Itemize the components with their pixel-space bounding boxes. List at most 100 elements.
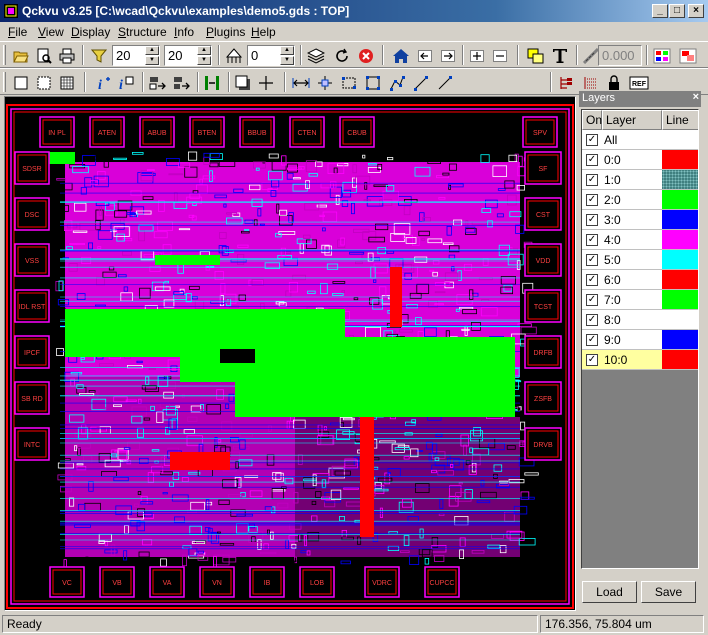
menu-info[interactable]: Info (174, 25, 194, 39)
layer-color-swatch[interactable] (662, 190, 698, 209)
text-tool-icon[interactable] (549, 45, 571, 66)
pan-right-icon[interactable] (437, 45, 459, 66)
layer-visible-checkbox[interactable]: ✓ (586, 214, 598, 226)
layer-row[interactable]: ✓ 0:0 (582, 150, 698, 170)
zoom-out-icon[interactable] (489, 45, 511, 66)
layout-canvas[interactable]: IN PL ATEN ABUB BTEN BBUB CTEN CBUB SPV SDSR SF DS… (4, 96, 576, 611)
spin-up-icon[interactable]: ▲ (280, 46, 294, 55)
layer-visible-checkbox[interactable]: ✓ (586, 354, 598, 366)
polyline-icon[interactable] (386, 72, 408, 93)
col-layer[interactable]: Layer (602, 110, 662, 130)
layer-visible-checkbox[interactable]: ✓ (586, 174, 598, 186)
menu-plugins[interactable]: Plugins (206, 25, 245, 39)
path-icon[interactable] (410, 72, 432, 93)
layer-color-swatch[interactable] (662, 290, 698, 309)
refresh-icon[interactable] (331, 45, 353, 66)
measure-horizontal-icon[interactable] (290, 72, 312, 93)
layer-color-swatch[interactable] (662, 210, 698, 229)
step-out-icon[interactable] (171, 72, 193, 93)
home-icon[interactable] (390, 45, 412, 66)
outline-mode-icon[interactable] (10, 72, 32, 93)
crosshair-icon[interactable] (255, 72, 277, 93)
layer-row[interactable]: ✓ 5:0 (582, 250, 698, 270)
spin-down-icon[interactable]: ▼ (145, 56, 159, 65)
menu-display[interactable]: Display (71, 25, 110, 39)
layer-row[interactable]: ✓ All (582, 130, 698, 150)
layer-color-swatch[interactable] (662, 350, 698, 369)
maximize-button[interactable]: □ (669, 4, 685, 18)
fill-select-icon[interactable] (525, 45, 547, 66)
select-rect-icon[interactable] (338, 72, 360, 93)
layer-row[interactable]: ✓ 9:0 (582, 330, 698, 350)
spin-up-icon[interactable]: ▲ (145, 46, 159, 55)
layer-visible-checkbox[interactable]: ✓ (586, 334, 598, 346)
tree-view-icon[interactable] (555, 72, 577, 93)
layout-icon[interactable] (677, 45, 699, 66)
layer-row[interactable]: ✓ 10:0 (582, 350, 698, 370)
layer-row[interactable]: ✓ 1:0 (582, 170, 698, 190)
menu-structure[interactable]: Structure (118, 25, 167, 39)
max-size-spinner[interactable]: 20 ▲ ▼ (164, 45, 212, 66)
layer-visible-checkbox[interactable]: ✓ (586, 294, 598, 306)
hierarchy-icon[interactable] (223, 45, 245, 66)
layer-visible-checkbox[interactable]: ✓ (586, 254, 598, 266)
filter-icon[interactable] (88, 45, 110, 66)
select-area-icon[interactable] (362, 72, 384, 93)
cell-list-icon[interactable] (579, 72, 601, 93)
layer-row[interactable]: ✓ 3:0 (582, 210, 698, 230)
info-add-icon[interactable]: i (92, 72, 114, 93)
col-line[interactable]: Line (662, 110, 698, 130)
spin-up-icon[interactable]: ▲ (197, 46, 211, 55)
spin-down-icon[interactable]: ▼ (197, 56, 211, 65)
step-in-icon[interactable] (147, 72, 169, 93)
line-end-icon[interactable] (434, 72, 456, 93)
layer-row[interactable]: ✓ 6:0 (582, 270, 698, 290)
lock-icon[interactable] (603, 72, 625, 93)
layer-row[interactable]: ✓ 2:0 (582, 190, 698, 210)
pan-left-icon[interactable] (414, 45, 436, 66)
layer-color-swatch[interactable] (662, 250, 698, 269)
print-preview-icon[interactable] (33, 45, 55, 66)
col-on[interactable]: On (582, 110, 602, 130)
layer-row[interactable]: ✓ 8:0 (582, 310, 698, 330)
open-folder-icon[interactable] (10, 45, 32, 66)
minimize-button[interactable]: _ (652, 4, 668, 18)
fit-height-icon[interactable] (201, 72, 223, 93)
toolbar-grip[interactable] (3, 72, 6, 92)
layers-stack-icon[interactable] (305, 45, 327, 66)
grid-fill-icon[interactable] (56, 72, 78, 93)
layer-color-swatch[interactable] (662, 150, 698, 169)
layer-row[interactable]: ✓ 4:0 (582, 230, 698, 250)
close-button[interactable]: × (688, 4, 704, 18)
layer-color-swatch[interactable] (662, 170, 698, 189)
print-icon[interactable] (56, 45, 78, 66)
depth-spinner[interactable]: 0 ▲ ▼ (247, 45, 295, 66)
shadow-box-icon[interactable] (232, 72, 254, 93)
info-list-icon[interactable]: i (115, 72, 137, 93)
layer-visible-checkbox[interactable]: ✓ (586, 154, 598, 166)
layer-color-swatch[interactable] (662, 310, 698, 329)
load-button[interactable]: Load (582, 581, 637, 603)
reference-icon[interactable]: REF (628, 72, 650, 93)
stop-icon[interactable] (355, 45, 377, 66)
layer-visible-checkbox[interactable]: ✓ (586, 234, 598, 246)
layer-color-swatch[interactable] (662, 270, 698, 289)
toolbar-grip[interactable] (3, 45, 6, 65)
layer-color-swatch[interactable] (662, 230, 698, 249)
select-box-icon[interactable] (314, 72, 336, 93)
layer-visible-checkbox[interactable]: ✓ (586, 134, 598, 146)
layer-row[interactable]: ✓ 7:0 (582, 290, 698, 310)
menu-help[interactable]: Help (251, 25, 276, 39)
layer-visible-checkbox[interactable]: ✓ (586, 314, 598, 326)
grid-color-icon[interactable] (651, 45, 673, 66)
zoom-in-icon[interactable] (466, 45, 488, 66)
chip-layout[interactable]: IN PL ATEN ABUB BTEN BBUB CTEN CBUB SPV SDSR SF DS… (5, 97, 575, 610)
min-size-spinner[interactable]: 20 ▲ ▼ (112, 45, 160, 66)
layer-color-swatch[interactable] (662, 330, 698, 349)
save-button[interactable]: Save (641, 581, 696, 603)
close-panel-icon[interactable]: × (693, 91, 699, 103)
menu-file[interactable]: File (8, 25, 27, 39)
spin-down-icon[interactable]: ▼ (280, 56, 294, 65)
menu-view[interactable]: View (38, 25, 64, 39)
layer-visible-checkbox[interactable]: ✓ (586, 194, 598, 206)
